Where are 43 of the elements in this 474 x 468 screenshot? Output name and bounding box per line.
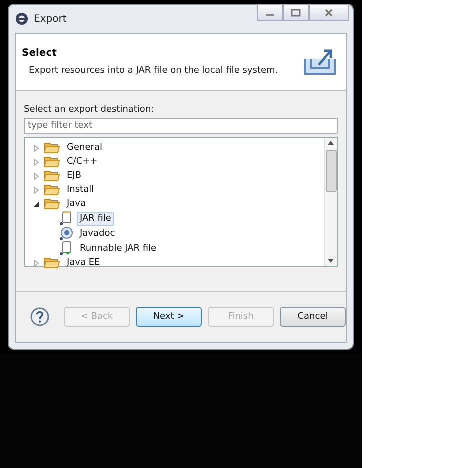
expand-arrow-icon[interactable] bbox=[33, 186, 40, 194]
tree-item[interactable]: Install bbox=[64, 183, 98, 197]
page-title: Select bbox=[22, 48, 58, 59]
folder-icon bbox=[44, 170, 60, 182]
export-icon bbox=[302, 47, 338, 77]
close-button[interactable] bbox=[309, 4, 349, 21]
tree-item[interactable]: General bbox=[64, 141, 106, 155]
tree-item[interactable]: Java EE bbox=[64, 256, 104, 270]
maximize-icon bbox=[291, 8, 301, 16]
expand-arrow-icon[interactable] bbox=[33, 158, 40, 166]
expand-arrow-icon[interactable] bbox=[33, 144, 40, 152]
dialog-button[interactable]: Cancel bbox=[280, 307, 346, 327]
destination-label: Select an export destination: bbox=[24, 105, 156, 115]
expand-arrow-icon[interactable] bbox=[33, 260, 40, 266]
tree-item[interactable]: Runnable JAR file bbox=[77, 242, 160, 256]
folder-icon bbox=[44, 142, 60, 154]
minimize-button[interactable] bbox=[257, 4, 283, 21]
app-icon bbox=[15, 12, 29, 26]
folder-icon bbox=[44, 198, 60, 210]
close-icon bbox=[324, 8, 334, 16]
tree-item[interactable]: C/C++ bbox=[64, 155, 101, 169]
maximize-button[interactable] bbox=[283, 4, 309, 21]
tree-item[interactable]: JAR file bbox=[77, 212, 114, 226]
help-button[interactable] bbox=[30, 307, 50, 327]
runnable-jar-icon bbox=[59, 241, 73, 256]
scrollbar[interactable] bbox=[324, 138, 337, 266]
scroll-up-icon[interactable] bbox=[328, 141, 334, 145]
jar-icon bbox=[59, 211, 73, 226]
tree-item[interactable]: Java bbox=[64, 197, 90, 211]
folder-icon bbox=[44, 257, 60, 269]
tree-item[interactable]: Javadoc bbox=[77, 226, 118, 240]
filter-field[interactable]: type filter text bbox=[24, 118, 338, 134]
tree-item[interactable]: EJB bbox=[64, 169, 85, 183]
javadoc-icon bbox=[59, 226, 73, 241]
window-title: Export bbox=[34, 14, 67, 24]
folder-icon bbox=[44, 156, 60, 168]
expand-arrow-icon[interactable] bbox=[33, 172, 40, 180]
scroll-down-icon[interactable] bbox=[328, 259, 334, 263]
help-icon bbox=[30, 307, 50, 327]
dialog-button[interactable]: Next > bbox=[136, 307, 202, 327]
page-description: Export resources into a JAR file on the local file system. bbox=[28, 66, 278, 76]
folder-icon bbox=[44, 184, 60, 196]
collapse-arrow-icon[interactable] bbox=[33, 200, 40, 208]
